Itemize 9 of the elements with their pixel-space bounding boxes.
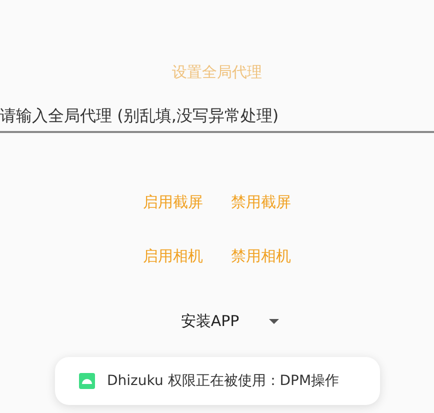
toast-text: Dhizuku 权限正在被使用：DPM操作 [107,372,340,390]
install-dropdown[interactable]: 安装APP [178,310,242,333]
action-button[interactable]: 禁用截屏 [229,189,293,216]
caret-icon [269,319,280,324]
proxy-input-field[interactable]: 请输入全局代理 (别乱填,没写异常处理) [0,102,434,133]
action-button[interactable]: 启用相机 [141,243,205,270]
action-button[interactable]: 禁用相机 [229,243,293,270]
android-icon [79,373,95,389]
action-button[interactable]: 启用截屏 [141,189,205,216]
